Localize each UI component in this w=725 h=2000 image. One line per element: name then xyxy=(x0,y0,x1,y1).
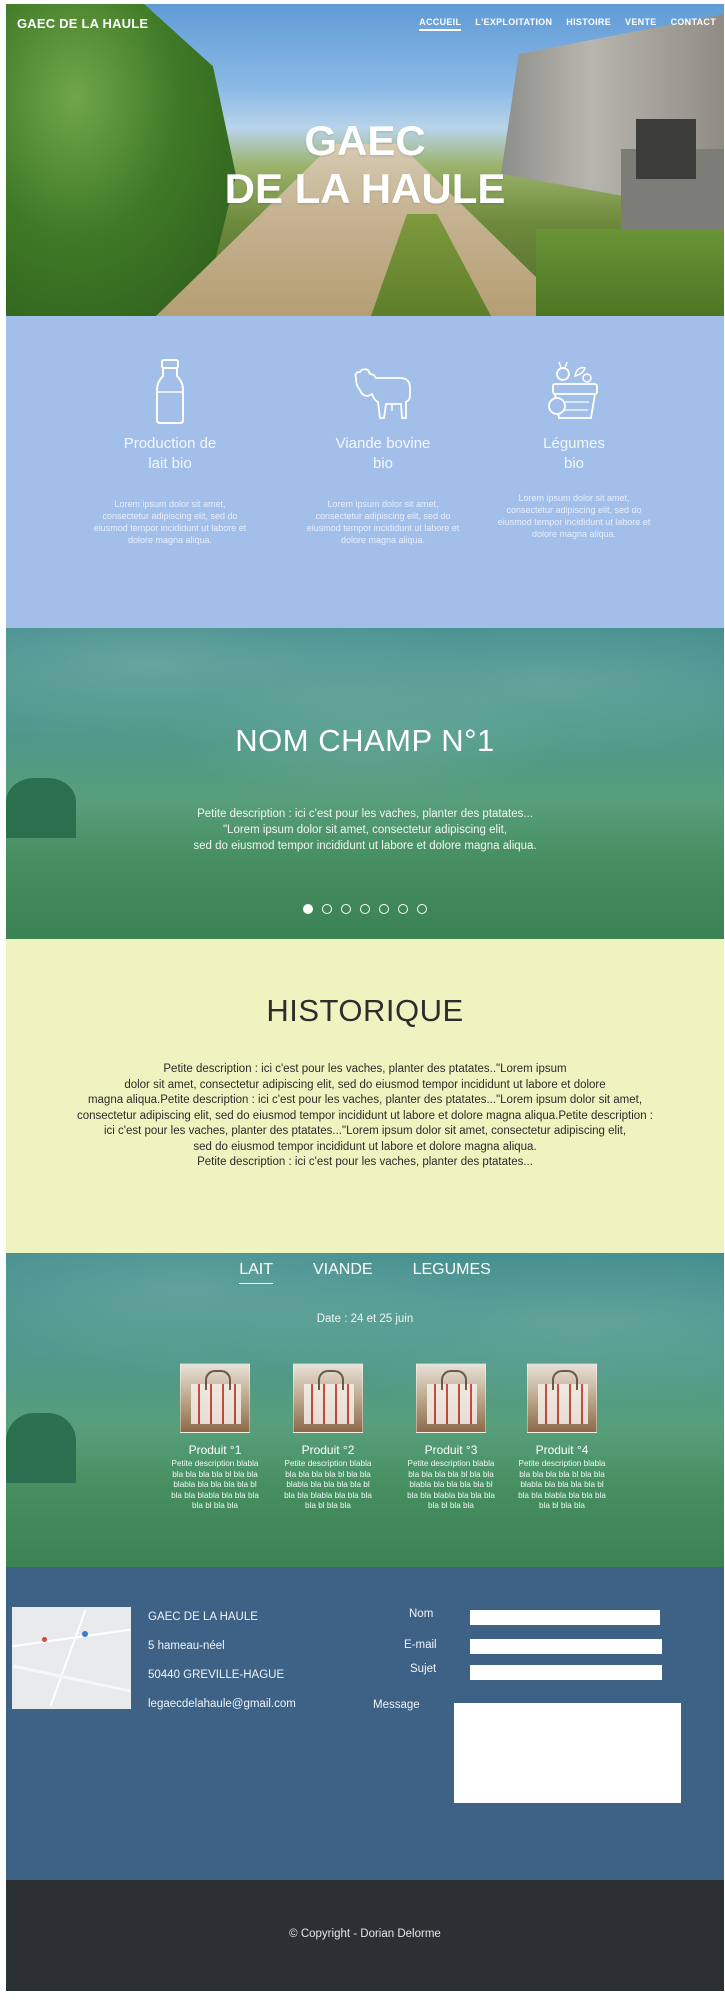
hero-title-line1: GAEC xyxy=(304,117,426,164)
products-section: LAIT VIANDE LEGUMES Date : 24 et 25 juin… xyxy=(6,1253,724,1567)
slider-dot-6[interactable] xyxy=(398,904,408,914)
historique-line: consectetur adipiscing elit, sed do eius… xyxy=(77,1109,653,1122)
service-meat-title-line1: Viande bovine xyxy=(335,435,431,452)
hero-title-line2: DE LA HAULE xyxy=(224,165,506,212)
nav-contact[interactable]: CONTACT xyxy=(671,17,716,31)
product-card[interactable]: Produit °1 Petite description blabla bla… xyxy=(171,1363,259,1512)
product-name: Produit °3 xyxy=(424,1443,478,1457)
historique-line: dolor sit amet, consectetur adipiscing e… xyxy=(124,1078,606,1091)
product-name: Produit °4 xyxy=(535,1443,589,1457)
product-description: Petite description blabla bla bla bla bl… xyxy=(407,1459,495,1510)
slider-dots xyxy=(6,904,724,914)
field-slider-section: NOM CHAMP N°1 Petite description : ici c… xyxy=(6,628,724,939)
service-meat-title-line2: bio xyxy=(372,455,394,472)
product-image[interactable] xyxy=(180,1363,250,1433)
map-road xyxy=(49,1609,87,1707)
product-description: Petite description blabla bla bla bla bl… xyxy=(171,1459,259,1510)
slider-dot-7[interactable] xyxy=(417,904,427,914)
nom-input[interactable] xyxy=(470,1610,660,1625)
historique-line: Petite description : ici c'est pour les … xyxy=(163,1063,567,1075)
product-name: Produit °1 xyxy=(188,1443,242,1457)
historique-line: ici c'est pour les vaches, planter des p… xyxy=(103,1125,627,1137)
slider-dot-2[interactable] xyxy=(322,904,332,914)
nav-exploitation[interactable]: L'EXPLOITATION xyxy=(475,17,552,31)
slider-dot-1[interactable] xyxy=(303,904,313,914)
contact-address: GAEC DE LA HAULE 5 hameau-néel 50440 GRE… xyxy=(148,1609,296,1725)
field-description: Petite description : ici c'est pour les … xyxy=(6,806,724,854)
historique-text: Petite description : ici c'est pour les … xyxy=(14,1062,716,1171)
nav-menu: ACCUEIL L'EXPLOITATION HISTOIRE VENTE CO… xyxy=(419,17,716,31)
contact-street: 5 hameau-néel xyxy=(148,1640,225,1652)
copyright-text: © Copyright - Dorian Delorme xyxy=(289,1928,441,1940)
email-label: E-mail xyxy=(404,1639,437,1651)
hero-grass-right xyxy=(536,229,724,316)
product-image[interactable] xyxy=(416,1363,486,1433)
product-image[interactable] xyxy=(293,1363,363,1433)
product-description: Petite description blabla bla bla bla bl… xyxy=(284,1459,372,1510)
sale-date: Date : 24 et 25 juin xyxy=(316,1313,414,1325)
slider-dot-4[interactable] xyxy=(360,904,370,914)
field-desc-line3: sed do eiusmod tempor incididunt ut labo… xyxy=(193,840,537,852)
service-milk-text: Lorem ipsum dolor sit amet, consectetur … xyxy=(93,499,247,545)
product-tabs: LAIT VIANDE LEGUMES xyxy=(6,1261,724,1284)
top-navbar: GAEC DE LA HAULE ACCUEIL L'EXPLOITATION … xyxy=(6,4,724,44)
product-image[interactable] xyxy=(527,1363,597,1433)
service-vegetables-title-line1: Légumes xyxy=(543,435,605,452)
historique-line: Petite description : ici c'est pour les … xyxy=(197,1156,533,1168)
hero-title: GAEC DE LA HAULE xyxy=(6,117,724,213)
sujet-label: Sujet xyxy=(410,1663,437,1675)
message-textarea[interactable] xyxy=(454,1703,681,1803)
map-pin-icon xyxy=(82,1631,88,1637)
message-label: Message xyxy=(373,1699,420,1711)
tab-lait[interactable]: LAIT xyxy=(239,1261,273,1284)
nav-vente[interactable]: VENTE xyxy=(625,17,657,31)
slider-dot-3[interactable] xyxy=(341,904,351,914)
product-description: Petite description blabla bla bla bla bl… xyxy=(518,1459,606,1510)
service-vegetables-text: Lorem ipsum dolor sit amet, consectetur … xyxy=(497,493,651,539)
product-card[interactable]: Produit °2 Petite description blabla bla… xyxy=(284,1363,372,1512)
historique-title: HISTORIQUE xyxy=(266,993,464,1028)
vegetable-basket-icon xyxy=(548,361,598,419)
service-milk-title-line2: lait bio xyxy=(148,455,192,472)
services-section: Production de lait bio Lorem ipsum dolor… xyxy=(6,316,724,628)
contact-section: GAEC DE LA HAULE 5 hameau-néel 50440 GRE… xyxy=(6,1567,724,1880)
contact-company-name: GAEC DE LA HAULE xyxy=(148,1611,258,1623)
product-name: Produit °2 xyxy=(301,1443,355,1457)
map-pin-icon xyxy=(42,1637,47,1642)
milk-bottle-icon xyxy=(156,359,184,424)
field-desc-line1: Petite description : ici c'est pour les … xyxy=(197,808,533,820)
historique-line: magna aliqua.Petite description : ici c'… xyxy=(87,1094,643,1106)
nom-label: Nom xyxy=(409,1608,434,1620)
nav-accueil[interactable]: ACCUEIL xyxy=(419,17,462,31)
contact-email[interactable]: legaecdelahaule@gmail.com xyxy=(148,1696,296,1712)
service-milk-title-line1: Production de xyxy=(123,435,217,452)
product-card[interactable]: Produit °4 Petite description blabla bla… xyxy=(518,1363,606,1512)
historique-line: sed do eiusmod tempor incididunt ut labo… xyxy=(193,1140,537,1153)
cow-icon xyxy=(354,368,411,419)
field-desc-line2: "Lorem ipsum dolor sit amet, consectetur… xyxy=(222,824,508,836)
hero-section: GAEC DE LA HAULE ACCUEIL L'EXPLOITATION … xyxy=(6,4,724,316)
service-meat-title: Viande bovine bio xyxy=(303,434,463,474)
email-input[interactable] xyxy=(470,1639,662,1654)
historique-section: HISTORIQUE Petite description : ici c'es… xyxy=(6,939,724,1253)
service-meat-text: Lorem ipsum dolor sit amet, consectetur … xyxy=(306,499,460,545)
sujet-input[interactable] xyxy=(470,1665,662,1680)
map-road xyxy=(12,1664,131,1693)
location-map[interactable] xyxy=(12,1607,131,1709)
tab-viande[interactable]: VIANDE xyxy=(313,1261,373,1284)
nav-histoire[interactable]: HISTOIRE xyxy=(566,17,611,31)
slider-dot-5[interactable] xyxy=(379,904,389,914)
brand-logo[interactable]: GAEC DE LA HAULE xyxy=(17,16,148,31)
service-vegetables-title-line2: bio xyxy=(563,455,585,472)
green-overlay xyxy=(6,1253,724,1567)
footer: © Copyright - Dorian Delorme xyxy=(6,1880,724,1991)
product-card[interactable]: Produit °3 Petite description blabla bla… xyxy=(407,1363,495,1512)
field-title: NOM CHAMP N°1 xyxy=(235,723,495,758)
service-vegetables-title: Légumes bio xyxy=(494,434,654,474)
page: GAEC DE LA HAULE ACCUEIL L'EXPLOITATION … xyxy=(6,4,724,1991)
tab-legumes[interactable]: LEGUMES xyxy=(413,1261,491,1284)
service-milk-title: Production de lait bio xyxy=(90,434,250,474)
green-overlay xyxy=(6,628,724,939)
contact-city: 50440 GREVILLE-HAGUE xyxy=(148,1669,285,1681)
